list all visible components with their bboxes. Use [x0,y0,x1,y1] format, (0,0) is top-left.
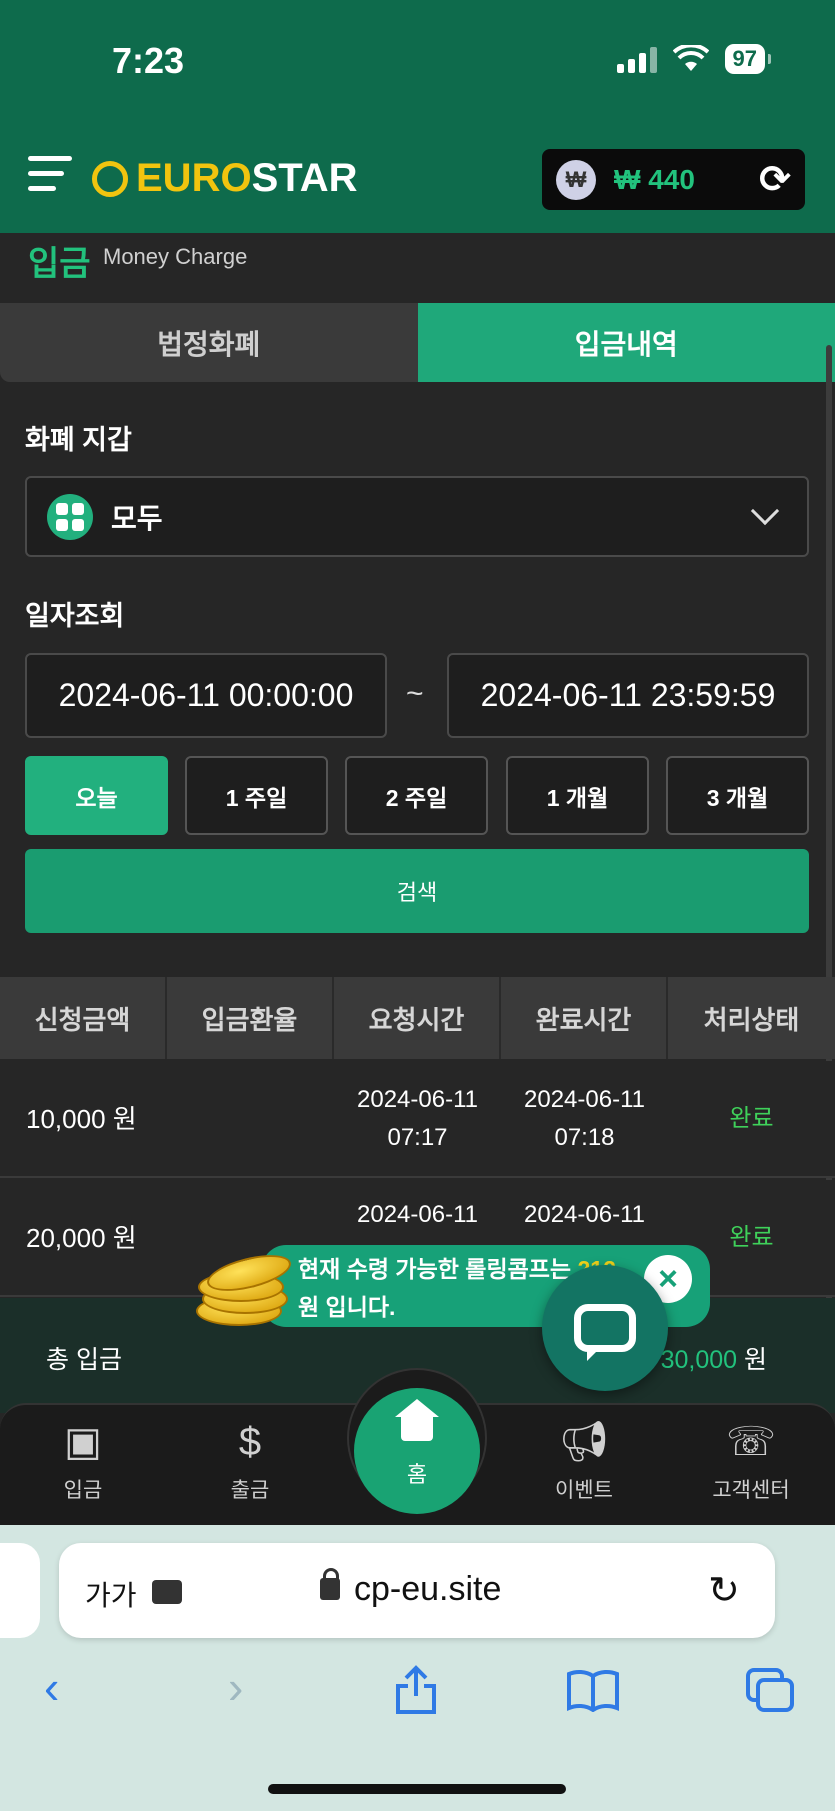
all-wallets-icon [47,493,93,540]
back-icon[interactable]: ‹ [44,1660,59,1714]
status-indicators: 97 [616,44,772,74]
table-header: 신청금액 입금환율 요청시간 완료시간 처리상태 [0,977,835,1059]
cell-request-time: 2024-06-11 07:17 [334,1081,501,1157]
balance-widget[interactable]: ₩ ₩ 440 ⟳ [542,149,805,210]
nav-item-deposit[interactable]: ▣ 입금 [23,1418,143,1504]
column-header: 완료시간 [501,977,668,1059]
tabs-icon[interactable] [744,1666,796,1714]
total-label: 총 입금 [46,1346,122,1374]
url-text[interactable]: cp-eu.site [354,1570,501,1609]
date-separator: ~ [406,677,424,710]
request-date: 2024-06-11 [357,1085,478,1113]
forward-icon[interactable]: › [228,1660,243,1714]
logo-q-icon [92,160,128,197]
cellular-signal-icon [616,45,657,73]
cell-amount: 10,000 원 [26,1103,137,1134]
gold-coins-icon [192,1240,295,1330]
battery-icon: 97 [724,44,772,74]
wallet-select-value: 모두 [111,502,163,534]
nav-label: 홈 [406,1462,428,1487]
chat-icon [574,1304,636,1361]
column-header: 요청시간 [334,977,501,1059]
tab-deposit-history[interactable]: 입금내역 [417,303,835,382]
date-to-input[interactable]: 2024-06-11 23:59:59 [447,653,809,738]
nav-label: 고객센터 [712,1479,790,1502]
toast-text-after: 원 입니다. [298,1294,396,1320]
table-row: 10,000 원 2024-06-11 07:17 2024-06-11 07:… [0,1061,835,1178]
support-24-icon: ☏ [725,1420,777,1464]
nav-item-home[interactable]: 홈 [354,1388,480,1514]
cell-complete-time: 2024-06-11 [501,1180,668,1234]
request-date: 2024-06-11 [357,1201,478,1228]
total-value: 30,000 원 [661,1340,767,1376]
request-time: 07:17 [387,1123,448,1151]
period-2week-button[interactable]: 2 주일 [345,756,488,835]
period-1week-button[interactable]: 1 주일 [185,756,328,835]
complete-date: 2024-06-11 [524,1201,645,1228]
balance-amount: ₩ 440 [614,163,695,195]
wallet-label: 화폐 지갑 [25,425,132,455]
period-1month-button[interactable]: 1 개월 [506,756,649,835]
column-header: 신청금액 [0,977,167,1059]
complete-time: 07:18 [554,1123,615,1151]
home-indicator[interactable] [268,1784,566,1794]
deposit-icon: ▣ [64,1420,102,1464]
megaphone-icon: 📢︎ [558,1420,610,1464]
chat-button[interactable] [542,1265,668,1391]
nav-item-withdraw[interactable]: $ 출금 [190,1418,310,1504]
chevron-down-icon [750,496,780,525]
total-amount: 30,000 [660,1346,738,1374]
period-today-button[interactable]: 오늘 [25,756,168,835]
lock-icon [320,1568,340,1600]
logo-euro-text: EURO [136,156,252,200]
complete-date: 2024-06-11 [524,1085,645,1113]
nav-label: 입금 [63,1479,103,1502]
nav-label: 이벤트 [555,1479,613,1502]
withdraw-icon: $ [238,1420,262,1464]
date-from-input[interactable]: 2024-06-11 00:00:00 [25,653,387,738]
reload-icon[interactable]: ↻ [708,1568,740,1613]
column-header: 처리상태 [703,1004,800,1035]
tab-fiat[interactable]: 법정화폐 [0,303,418,382]
search-button[interactable]: 검색 [25,849,809,933]
status-time: 7:23 [112,40,185,81]
home-icon [395,1399,439,1449]
toast-text-before: 현재 수령 가능한 롤링콤프는 [298,1256,578,1282]
cell-status: 완료 [729,1104,774,1132]
text-size-button[interactable]: 가가 [85,1574,137,1614]
wifi-icon [672,45,709,71]
bookmarks-icon[interactable] [566,1668,620,1712]
date-label: 일자조회 [25,601,125,631]
logo-star-text: STAR [251,156,358,200]
nav-label: 출금 [230,1479,270,1502]
share-icon[interactable] [394,1664,438,1716]
page-title: 입금 [28,245,91,283]
cell-amount: 20,000 원 [26,1222,137,1253]
extension-icon[interactable] [152,1580,182,1604]
refresh-icon[interactable]: ⟳ [759,157,791,202]
cell-complete-time: 2024-06-11 07:18 [501,1081,668,1157]
cell-request-time: 2024-06-11 [334,1180,501,1234]
wallet-select[interactable]: 모두 [25,476,809,557]
tab-bar: 법정화폐 입금내역 [0,303,835,382]
page-subtitle: Money Charge [103,244,248,269]
column-header: 입금환율 [167,977,334,1059]
won-coin-icon: ₩ [556,159,596,200]
nav-item-event[interactable]: 📢︎ 이벤트 [524,1418,644,1504]
total-unit: 원 [743,1346,767,1374]
previous-tab-preview[interactable] [0,1543,40,1638]
menu-icon[interactable] [28,156,74,201]
eurostar-logo[interactable]: EURO STAR [92,156,358,201]
period-3month-button[interactable]: 3 개월 [666,756,809,835]
nav-item-support[interactable]: ☏ 고객센터 [691,1418,811,1504]
